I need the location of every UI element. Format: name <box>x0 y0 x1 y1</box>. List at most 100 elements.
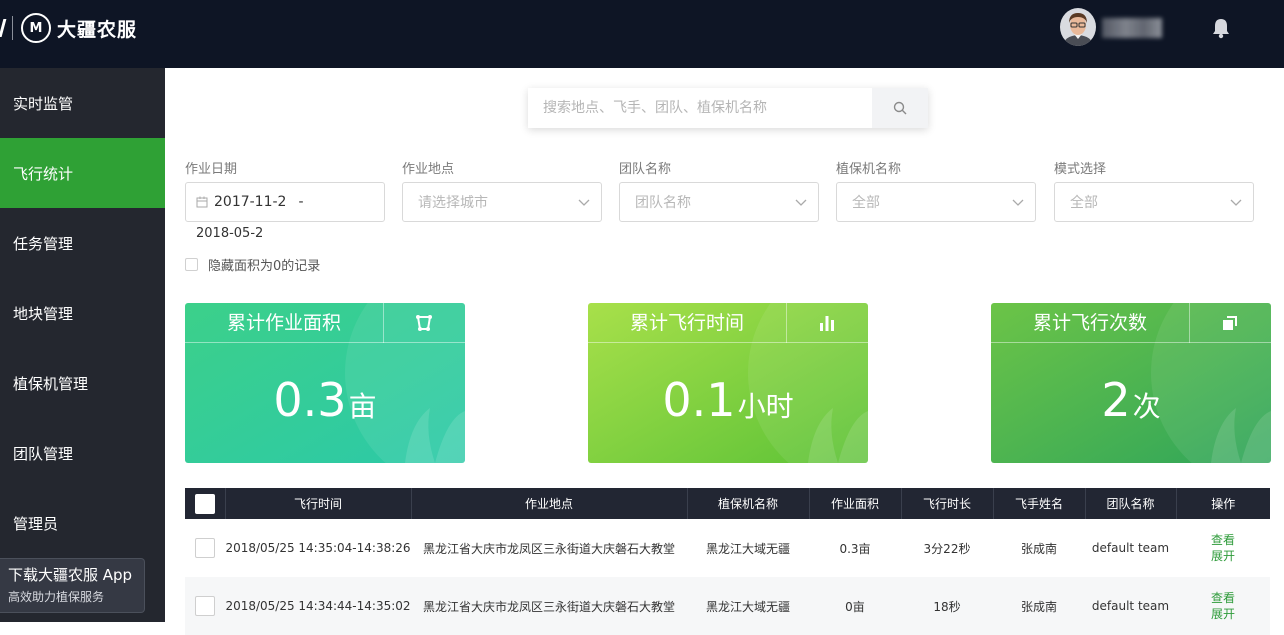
sidebar-item-label: 飞行统计 <box>13 164 74 183</box>
cell-time: 2018/05/25 14:35:04-14:38:26 <box>225 519 411 577</box>
table-header: 飞行时间 作业地点 植保机名称 作业面积 飞行时长 飞手姓名 团队名称 操作 <box>185 488 1270 519</box>
mode-select[interactable]: 全部 <box>1054 182 1254 222</box>
stat-unit: 亩 <box>348 390 377 423</box>
cell-time: 2018/05/25 14:34:44-14:35:02 <box>225 577 411 635</box>
sidebar-item-label: 植保机管理 <box>13 374 89 393</box>
search-bar <box>528 88 928 128</box>
cell-team: default team <box>1085 577 1176 635</box>
column-header[interactable]: 飞手姓名 <box>992 488 1085 519</box>
menu-slash-icon <box>0 19 7 37</box>
mode-filter-label: 模式选择 <box>1054 162 1107 177</box>
stat-card-flight-count: 累计飞行次数 2次 <box>991 303 1271 463</box>
stat-card-area: 累计作业面积 0.3亩 <box>185 303 465 463</box>
column-header[interactable]: 飞行时间 <box>224 488 411 519</box>
hide-zero-toggle[interactable]: 隐藏面积为0的记录 <box>185 255 320 274</box>
team-filter-label: 团队名称 <box>619 162 672 177</box>
stat-value: 2 <box>1101 373 1131 427</box>
calendar-icon <box>196 196 208 208</box>
stat-title: 累计飞行次数 <box>1032 312 1147 334</box>
stat-unit: 次 <box>1132 390 1161 423</box>
cell-location: 黑龙江省大庆市龙凤区三永街道大庆磐石大教堂 <box>411 577 687 635</box>
view-link[interactable]: 查看 <box>1211 532 1235 548</box>
row-checkbox[interactable] <box>195 596 215 616</box>
drone-value: 全部 <box>852 195 880 211</box>
column-header[interactable]: 飞行时长 <box>900 488 993 519</box>
sidebar-item-flight-stats[interactable]: 飞行统计 <box>0 138 165 208</box>
sidebar-item-realtime[interactable]: 实时监管 <box>0 68 165 138</box>
bar-chart-icon <box>786 303 868 343</box>
table-row[interactable]: 2018/05/25 14:34:44-14:35:02 黑龙江省大庆市龙凤区三… <box>185 577 1270 635</box>
sidebar-item-label: 实时监管 <box>13 94 74 113</box>
flight-records-table: 飞行时间 作业地点 植保机名称 作业面积 飞行时长 飞手姓名 团队名称 操作 2… <box>185 488 1270 635</box>
app-banner-subtitle: 高效助力植保服务 <box>8 590 105 604</box>
column-header[interactable]: 作业地点 <box>410 488 687 519</box>
chevron-down-icon <box>1012 199 1024 206</box>
location-select[interactable]: 请选择城市 <box>402 182 602 222</box>
search-icon <box>893 101 907 115</box>
username-redacted <box>1102 18 1162 38</box>
cell-area: 0亩 <box>809 577 901 635</box>
brand-logo-icon: M <box>21 13 51 43</box>
date-range-picker[interactable]: 2017-11-2 - <box>185 182 385 222</box>
chevron-down-icon <box>1230 199 1242 206</box>
expand-link[interactable]: 展开 <box>1211 606 1235 622</box>
location-filter-label: 作业地点 <box>402 162 455 177</box>
app-download-banner[interactable]: 下载大疆农服 App 高效助力植保服务 <box>0 558 145 613</box>
sidebar-item-drones[interactable]: 植保机管理 <box>0 348 165 418</box>
sidebar-item-teams[interactable]: 团队管理 <box>0 418 165 488</box>
copy-icon <box>1189 303 1271 343</box>
date-separator: - <box>298 194 304 210</box>
stat-unit: 小时 <box>737 390 794 423</box>
stat-title: 累计飞行时间 <box>629 312 744 334</box>
sidebar-item-fields[interactable]: 地块管理 <box>0 278 165 348</box>
column-header[interactable]: 植保机名称 <box>686 488 809 519</box>
sidebar-item-admins[interactable]: 管理员 <box>0 488 165 558</box>
cell-drone: 黑龙江大域无疆 <box>687 577 809 635</box>
cell-pilot: 张成南 <box>993 577 1085 635</box>
bell-icon[interactable] <box>1208 15 1234 41</box>
cell-location: 黑龙江省大庆市龙凤区三永街道大庆磐石大教堂 <box>411 519 687 577</box>
column-header[interactable]: 作业面积 <box>808 488 901 519</box>
hide-zero-label: 隐藏面积为0的记录 <box>208 259 321 274</box>
column-header: 操作 <box>1175 488 1270 519</box>
view-link[interactable]: 查看 <box>1211 590 1235 606</box>
drone-filter-label: 植保机名称 <box>836 162 902 177</box>
sidebar-item-label: 管理员 <box>13 514 59 533</box>
date-start: 2017-11-2 <box>214 194 287 210</box>
sidebar-item-label: 任务管理 <box>13 234 74 253</box>
sidebar-item-tasks[interactable]: 任务管理 <box>0 208 165 278</box>
location-placeholder: 请选择城市 <box>418 195 488 211</box>
stat-value: 0.3 <box>273 373 347 427</box>
brand[interactable]: M 大疆农服 <box>0 13 138 43</box>
app-banner-title: 下载大疆农服 App <box>8 566 133 584</box>
cell-team: default team <box>1085 519 1176 577</box>
stat-title: 累计作业面积 <box>226 312 341 334</box>
search-input[interactable] <box>528 88 872 128</box>
cell-pilot: 张成南 <box>993 519 1085 577</box>
sidebar-item-label: 团队管理 <box>13 444 74 463</box>
row-checkbox[interactable] <box>195 538 215 558</box>
search-button[interactable] <box>872 88 928 128</box>
stat-card-flight-time: 累计飞行时间 0.1小时 <box>588 303 868 463</box>
top-bar: M 大疆农服 <box>0 0 1284 68</box>
date-filter-label: 作业日期 <box>185 162 238 177</box>
table-row[interactable]: 2018/05/25 14:35:04-14:38:26 黑龙江省大庆市龙凤区三… <box>185 519 1270 577</box>
team-placeholder: 团队名称 <box>635 195 691 211</box>
team-select[interactable]: 团队名称 <box>619 182 819 222</box>
expand-link[interactable]: 展开 <box>1211 548 1235 564</box>
divider <box>12 16 13 40</box>
brand-name: 大疆农服 <box>57 18 138 41</box>
sidebar: 实时监管 飞行统计 任务管理 地块管理 植保机管理 团队管理 管理员 下载大疆农… <box>0 68 165 622</box>
avatar[interactable] <box>1060 8 1096 46</box>
stat-value: 0.1 <box>662 373 736 427</box>
hide-zero-checkbox[interactable] <box>185 258 198 271</box>
cell-drone: 黑龙江大域无疆 <box>687 519 809 577</box>
drone-select[interactable]: 全部 <box>836 182 1036 222</box>
column-header[interactable]: 团队名称 <box>1084 488 1176 519</box>
chevron-down-icon <box>795 199 807 206</box>
cell-area: 0.3亩 <box>809 519 901 577</box>
cell-duration: 18秒 <box>901 577 993 635</box>
mode-value: 全部 <box>1070 195 1098 211</box>
select-all-checkbox[interactable] <box>194 493 215 514</box>
chevron-down-icon <box>578 199 590 206</box>
